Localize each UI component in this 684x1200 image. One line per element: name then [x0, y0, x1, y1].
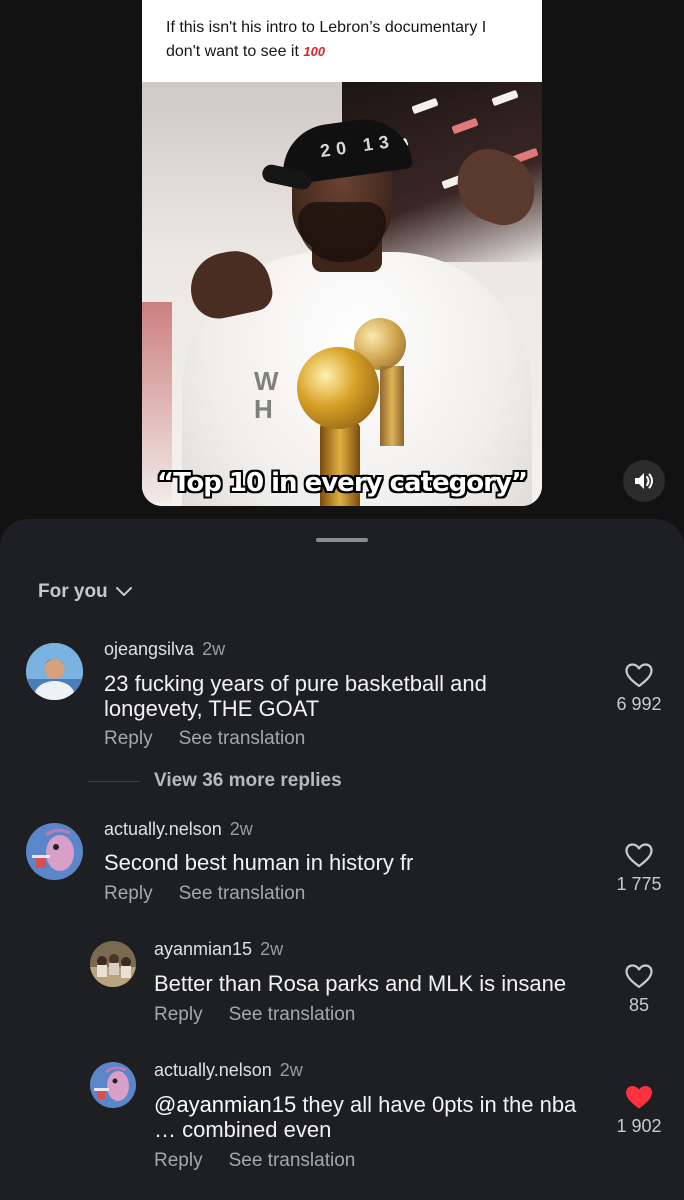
- avatar[interactable]: [26, 643, 83, 700]
- caption-text: If this isn't his intro to Lebron’s docu…: [166, 19, 487, 60]
- see-translation-button[interactable]: See translation: [179, 883, 306, 905]
- video-caption: If this isn't his intro to Lebron’s docu…: [142, 0, 542, 82]
- view-more-replies-button[interactable]: View 36 more replies: [88, 770, 342, 792]
- heart-outline-icon: [625, 843, 653, 868]
- avatar[interactable]: [90, 1062, 136, 1108]
- comment-text: Second best human in history fr: [104, 850, 414, 875]
- user-mention-link[interactable]: @ayanmian15: [154, 1092, 296, 1117]
- like-button[interactable]: 85: [604, 964, 674, 1016]
- video-frame: WH 20 13 “Top 10 in every category”: [142, 82, 542, 506]
- reply-username[interactable]: ayanmian15: [154, 939, 252, 960]
- heart-outline-icon: [625, 964, 653, 989]
- see-translation-button[interactable]: See translation: [229, 1150, 356, 1172]
- like-button[interactable]: 1 902: [604, 1085, 674, 1137]
- reply-button[interactable]: Reply: [104, 883, 153, 905]
- like-button[interactable]: 6 992: [604, 663, 674, 715]
- heart-outline-icon: [625, 663, 653, 688]
- volume-icon: [635, 473, 653, 489]
- see-translation-button[interactable]: See translation: [229, 1004, 356, 1026]
- comment-username[interactable]: actually.nelson: [104, 819, 222, 840]
- comments-sheet: For you ojeangsilva 2w 23 fucking years …: [0, 519, 684, 1200]
- volume-button[interactable]: [623, 460, 665, 502]
- like-count: 6 992: [616, 694, 662, 714]
- like-count: 1 775: [616, 874, 662, 894]
- video-player[interactable]: If this isn't his intro to Lebron’s docu…: [142, 0, 542, 506]
- like-count: 85: [628, 995, 650, 1015]
- chevron-down-icon: [115, 587, 132, 596]
- comment-filter-dropdown[interactable]: For you: [38, 581, 132, 603]
- thread-divider: [88, 780, 140, 782]
- heart-filled-icon: [626, 1086, 652, 1109]
- comment-age: 2w: [202, 639, 226, 659]
- like-button[interactable]: 1 775: [604, 843, 674, 895]
- reply-username[interactable]: actually.nelson: [154, 1060, 272, 1081]
- like-count: 1 902: [616, 1116, 662, 1136]
- see-translation-button[interactable]: See translation: [179, 728, 306, 750]
- video-area: If this isn't his intro to Lebron’s docu…: [0, 0, 684, 540]
- avatar[interactable]: [26, 823, 83, 880]
- reply-button[interactable]: Reply: [154, 1004, 203, 1026]
- reply-button[interactable]: Reply: [154, 1150, 203, 1172]
- comment-username[interactable]: ojeangsilva: [104, 639, 194, 660]
- sheet-drag-handle[interactable]: [316, 538, 368, 542]
- avatar[interactable]: [90, 941, 136, 987]
- reply-age: 2w: [279, 1060, 303, 1080]
- comment-text: 23 fucking years of pure basketball and …: [104, 671, 487, 721]
- comment-age: 2w: [229, 819, 253, 839]
- video-overlay-text: “Top 10 in every category”: [157, 468, 528, 498]
- view-more-replies-label: View 36 more replies: [154, 770, 342, 791]
- reply-age: 2w: [260, 939, 284, 959]
- hundred-points-emoji: 100: [303, 44, 326, 59]
- filter-label: For you: [38, 581, 108, 602]
- app-screen: If this isn't his intro to Lebron’s docu…: [0, 0, 684, 1200]
- reply-text: @ayanmian15 they all have 0pts in the nb…: [154, 1092, 594, 1142]
- reply-button[interactable]: Reply: [104, 728, 153, 750]
- reply-text: Better than Rosa parks and MLK is insane: [154, 971, 567, 996]
